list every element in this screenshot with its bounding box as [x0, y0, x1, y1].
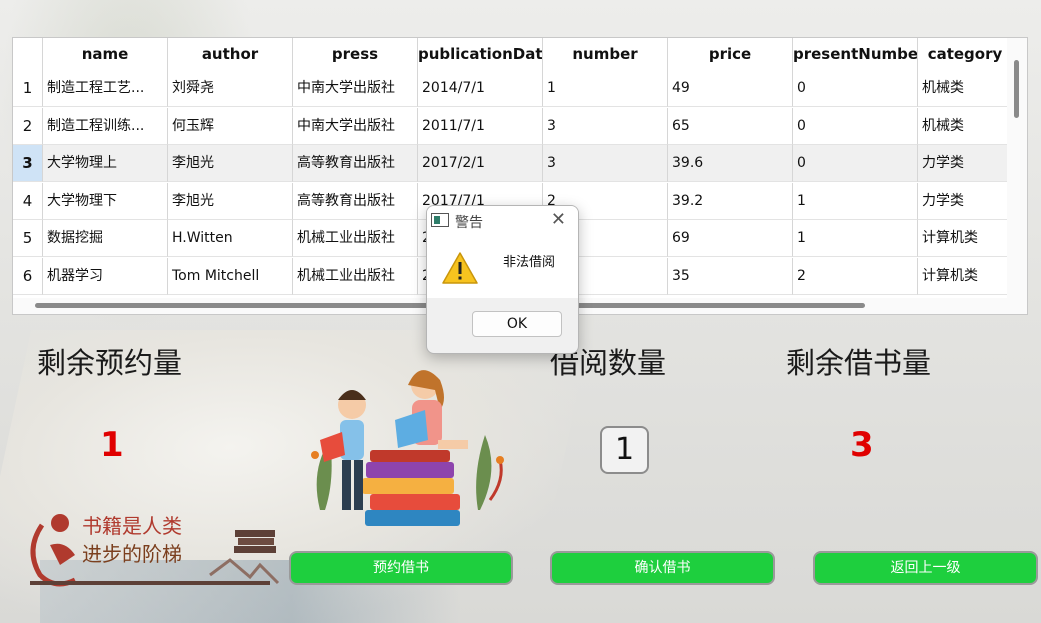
- cell-present-number[interactable]: 0: [793, 145, 918, 182]
- dialog-titlebar[interactable]: 警告 ✕: [427, 206, 578, 236]
- borrow-quantity-input[interactable]: 1: [600, 426, 649, 474]
- cell-category[interactable]: 力学类: [918, 182, 1013, 220]
- kids-reading-illustration: [311, 370, 504, 526]
- library-logo: 书籍是人类 进步的阶梯: [30, 514, 280, 587]
- remaining-borrow-label: 剩余借书量: [786, 346, 932, 380]
- cell-present-number[interactable]: 0: [793, 70, 918, 107]
- row-header[interactable]: 5: [13, 220, 43, 257]
- cell-price[interactable]: 39.2: [668, 182, 793, 220]
- column-header-category[interactable]: category: [918, 38, 1013, 70]
- logo-line2: 进步的阶梯: [82, 542, 182, 566]
- cell-price[interactable]: 35: [668, 257, 793, 295]
- column-header-name[interactable]: name: [43, 38, 168, 70]
- row-header[interactable]: 3: [13, 145, 43, 182]
- cell-press[interactable]: 中南大学出版社: [293, 107, 418, 145]
- cell-present-number[interactable]: 1: [793, 220, 918, 257]
- cell-author[interactable]: 何玉辉: [168, 107, 293, 145]
- column-header-number[interactable]: number: [543, 38, 668, 70]
- cell-press[interactable]: 高等教育出版社: [293, 182, 418, 220]
- cell-category[interactable]: 机械类: [918, 107, 1013, 145]
- warning-icon: [442, 252, 478, 284]
- cell-price[interactable]: 49: [668, 70, 793, 107]
- column-header-author[interactable]: author: [168, 38, 293, 70]
- row-header[interactable]: 4: [13, 182, 43, 220]
- cell-press[interactable]: 机械工业出版社: [293, 220, 418, 257]
- cell-publication-date[interactable]: 2014/7/1: [418, 70, 543, 107]
- cell-name[interactable]: 制造工程工艺...: [43, 70, 168, 107]
- cell-number[interactable]: 3: [543, 107, 668, 145]
- cell-author[interactable]: H.Witten: [168, 220, 293, 257]
- remaining-reservation-value: 1: [100, 425, 124, 465]
- window-icon: [431, 213, 449, 227]
- dialog-body: 非法借阅: [427, 236, 578, 298]
- warning-dialog[interactable]: 警告 ✕ 非法借阅 OK: [426, 205, 579, 354]
- cell-category[interactable]: 机械类: [918, 70, 1013, 107]
- row-header[interactable]: 6: [13, 257, 43, 295]
- table-corner: [13, 38, 43, 70]
- cell-author[interactable]: 李旭光: [168, 145, 293, 182]
- confirm-borrow-button[interactable]: 确认借书: [550, 551, 775, 585]
- cell-press[interactable]: 机械工业出版社: [293, 257, 418, 295]
- table-header-row: name author press publicationDate number…: [13, 38, 1013, 70]
- cell-author[interactable]: Tom Mitchell: [168, 257, 293, 295]
- vertical-scrollbar[interactable]: [1007, 38, 1027, 300]
- cell-price[interactable]: 69: [668, 220, 793, 257]
- cell-publication-date[interactable]: 2017/2/1: [418, 145, 543, 182]
- column-header-present-number[interactable]: presentNumber: [793, 38, 918, 70]
- cell-press[interactable]: 中南大学出版社: [293, 70, 418, 107]
- girl-reading-icon: [395, 370, 468, 449]
- cell-name[interactable]: 机器学习: [43, 257, 168, 295]
- reserve-button[interactable]: 预约借书: [289, 551, 513, 585]
- row-header[interactable]: 2: [13, 107, 43, 145]
- column-header-press[interactable]: press: [293, 38, 418, 70]
- cell-present-number[interactable]: 2: [793, 257, 918, 295]
- cell-publication-date[interactable]: 2011/7/1: [418, 107, 543, 145]
- cell-press[interactable]: 高等教育出版社: [293, 145, 418, 182]
- column-header-price[interactable]: price: [668, 38, 793, 70]
- cell-number[interactable]: 3: [543, 145, 668, 182]
- cell-present-number[interactable]: 0: [793, 107, 918, 145]
- cell-price[interactable]: 39.6: [668, 145, 793, 182]
- column-header-publication-date[interactable]: publicationDate: [418, 38, 543, 70]
- cell-present-number[interactable]: 1: [793, 182, 918, 220]
- ok-button[interactable]: OK: [472, 311, 562, 337]
- cell-author[interactable]: 李旭光: [168, 182, 293, 220]
- remaining-borrow-value: 3: [850, 425, 874, 465]
- row-header[interactable]: 1: [13, 70, 43, 107]
- cell-name[interactable]: 大学物理上: [43, 145, 168, 182]
- cell-author[interactable]: 刘舜尧: [168, 70, 293, 107]
- cell-name[interactable]: 大学物理下: [43, 182, 168, 220]
- close-icon[interactable]: ✕: [551, 209, 566, 230]
- cell-price[interactable]: 65: [668, 107, 793, 145]
- vertical-scroll-thumb[interactable]: [1014, 60, 1019, 118]
- dialog-title: 警告: [455, 215, 483, 231]
- remaining-reservation-label: 剩余预约量: [37, 346, 183, 380]
- back-button[interactable]: 返回上一级: [813, 551, 1038, 585]
- book-stack-icon: [362, 450, 460, 526]
- cell-category[interactable]: 计算机类: [918, 257, 1013, 295]
- dialog-message: 非法借阅: [503, 255, 556, 270]
- cell-number[interactable]: 1: [543, 70, 668, 107]
- cell-category[interactable]: 计算机类: [918, 220, 1013, 257]
- cell-category[interactable]: 力学类: [918, 145, 1013, 182]
- logo-line1: 书籍是人类: [82, 514, 182, 538]
- cell-name[interactable]: 数据挖掘: [43, 220, 168, 257]
- cell-name[interactable]: 制造工程训练...: [43, 107, 168, 145]
